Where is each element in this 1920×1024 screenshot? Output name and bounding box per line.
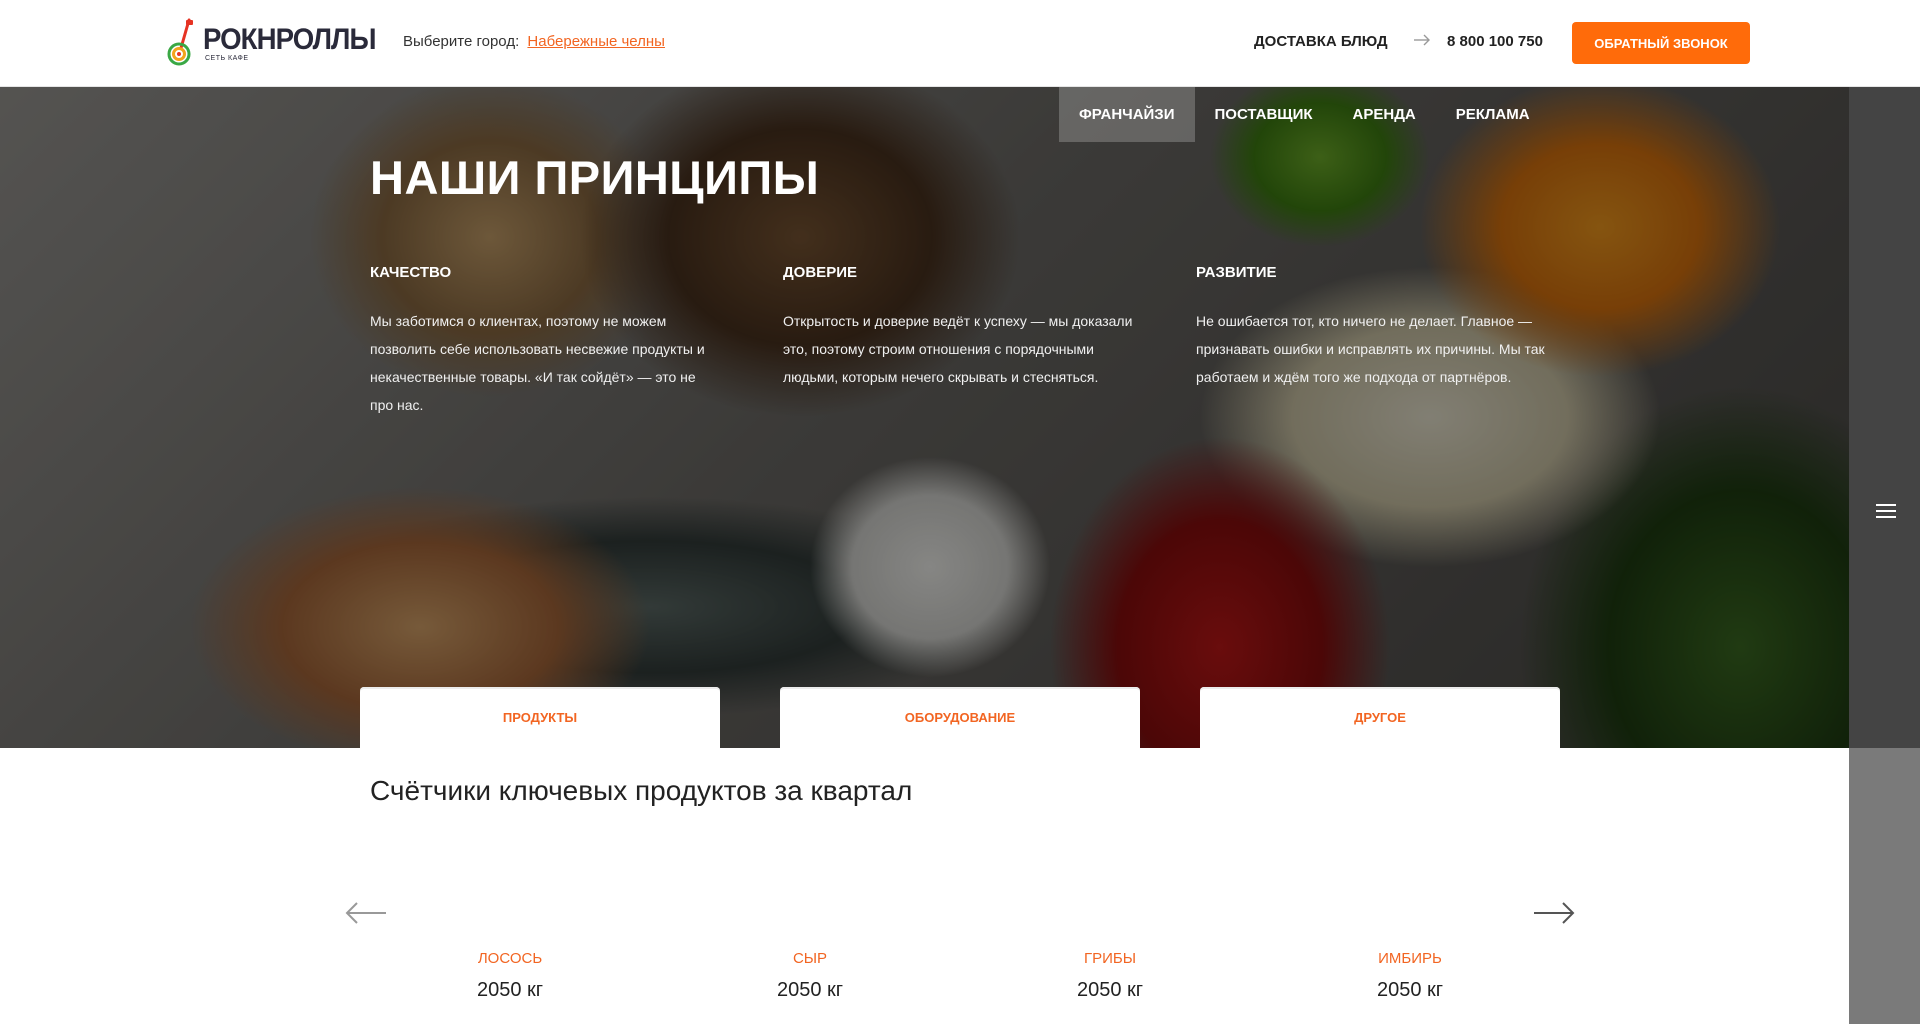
nav-item-advertising[interactable]: РЕКЛАМА bbox=[1436, 87, 1550, 142]
counter-value: 2050 кг bbox=[1076, 979, 1144, 1001]
side-panel bbox=[1849, 748, 1920, 1024]
site-header: РОКНРОЛЛЫ сеть кафе Выберите город: Набе… bbox=[0, 0, 1920, 87]
principle-text: Не ошибается тот, кто ничего не делает. … bbox=[1196, 313, 1545, 385]
hero-side-band bbox=[1849, 87, 1920, 748]
logo-subtitle: сеть кафе bbox=[205, 54, 249, 62]
nav-item-rent[interactable]: АРЕНДА bbox=[1333, 87, 1436, 142]
top-navigation: ФРАНЧАЙЗИ ПОСТАВЩИК АРЕНДА РЕКЛАМА bbox=[1059, 87, 1550, 142]
principle-quality: КАЧЕСТВО Мы заботимся о клиентах, поэтом… bbox=[370, 264, 720, 419]
counter-cheese: СЫР 2050 кг bbox=[700, 950, 920, 1002]
nav-item-franchise[interactable]: ФРАНЧАЙЗИ bbox=[1059, 87, 1195, 142]
hero-section bbox=[0, 87, 1849, 748]
logo-guitar-icon bbox=[167, 18, 193, 66]
principle-title: КАЧЕСТВО bbox=[370, 264, 452, 281]
hamburger-icon[interactable] bbox=[1876, 503, 1896, 519]
counters-title: Счётчики ключевых продуктов за квартал bbox=[370, 775, 913, 806]
tab-equipment[interactable]: ОБОРУДОВАНИЕ bbox=[780, 687, 1140, 748]
principle-text: Мы заботимся о клиентах, поэтому не може… bbox=[370, 313, 705, 413]
nav-item-supplier[interactable]: ПОСТАВЩИК bbox=[1195, 87, 1333, 142]
arrow-right-icon bbox=[1414, 34, 1430, 46]
phone-link[interactable]: 8 800 100 750 bbox=[1447, 33, 1543, 50]
counter-value: 2050 кг bbox=[476, 979, 544, 1001]
arrow-left-icon[interactable] bbox=[345, 902, 387, 924]
principle-development: РАЗВИТИЕ Не ошибается тот, кто ничего не… bbox=[1196, 264, 1546, 391]
counter-name: СЫР bbox=[792, 950, 828, 967]
counter-name: ИМБИРЬ bbox=[1378, 950, 1442, 967]
counter-name: ГРИБЫ bbox=[1083, 950, 1137, 967]
arrow-right-icon[interactable] bbox=[1533, 902, 1575, 924]
principle-text: Открытость и доверие ведёт к успеху — мы… bbox=[783, 313, 1133, 385]
counter-mushrooms: ГРИБЫ 2050 кг bbox=[1000, 950, 1220, 1002]
counter-value: 2050 кг bbox=[1376, 979, 1444, 1001]
principle-title: ДОВЕРИЕ bbox=[783, 264, 857, 281]
tab-other[interactable]: ДРУГОЕ bbox=[1200, 687, 1560, 748]
counter-value: 2050 кг bbox=[776, 979, 844, 1001]
counter-name: ЛОСОСЬ bbox=[477, 950, 543, 967]
page-title: НАШИ ПРИНЦИПЫ bbox=[370, 151, 820, 204]
counter-ginger: ИМБИРЬ 2050 кг bbox=[1300, 950, 1520, 1002]
tab-products[interactable]: ПРОДУКТЫ bbox=[360, 687, 720, 748]
city-link[interactable]: Набережные челны bbox=[527, 33, 665, 50]
city-label: Выберите город: bbox=[403, 33, 520, 50]
logo-name: РОКНРОЛЛЫ bbox=[203, 22, 377, 56]
callback-button[interactable]: ОБРАТНЫЙ ЗВОНОК bbox=[1572, 22, 1750, 64]
hero-overlay bbox=[0, 87, 1849, 748]
principle-title: РАЗВИТИЕ bbox=[1196, 264, 1277, 281]
principle-trust: ДОВЕРИЕ Открытость и доверие ведёт к усп… bbox=[783, 264, 1133, 391]
delivery-link[interactable]: ДОСТАВКА БЛЮД bbox=[1254, 33, 1388, 50]
counter-salmon: ЛОСОСЬ 2050 кг bbox=[400, 950, 620, 1002]
city-selector: Выберите город: Набережные челны bbox=[403, 33, 665, 50]
logo-link[interactable]: РОКНРОЛЛЫ сеть кафе bbox=[167, 18, 391, 68]
